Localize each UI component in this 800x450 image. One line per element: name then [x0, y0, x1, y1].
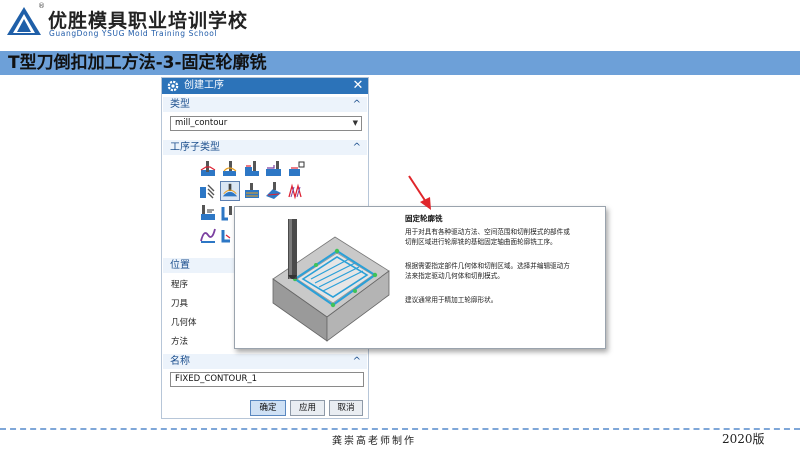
surface-area-op-icon[interactable]	[264, 181, 284, 201]
operation-tooltip: 固定轮廓铣 用于对具有各种驱动方法、空间范围和切削模式的部件或 切削区域进行轮廓…	[234, 206, 606, 349]
dialog-titlebar[interactable]: 创建工序 ✕	[162, 78, 368, 94]
gear-icon	[167, 80, 179, 92]
subtype-section-label: 工序子类型	[170, 142, 220, 153]
program-field-label: 程序	[171, 280, 189, 290]
collapse-chevron-icon[interactable]: ^	[353, 141, 361, 154]
tooltip-paragraph-3: 建议通常用于精加工轮廓形状。	[405, 295, 601, 305]
footer-author: 龚崇高老师制作	[332, 436, 416, 447]
dropdown-arrow-icon[interactable]: ▼	[353, 117, 358, 130]
tool-field-label: 刀具	[171, 299, 189, 309]
tooltip-line: 根据需要指定部件几何体和切削区域。选择并编辑驱动方	[405, 262, 570, 270]
method-field-label: 方法	[171, 337, 189, 347]
operation-type-select[interactable]: mill_contour ▼	[170, 116, 362, 131]
fixed-contour-illustration-icon	[272, 219, 390, 342]
tooltip-title: 固定轮廓铣	[405, 214, 443, 223]
geometry-field-label: 几何体	[171, 318, 197, 328]
name-section-label: 名称	[170, 356, 190, 367]
type-section-header[interactable]: 类型 ^	[163, 97, 367, 112]
registered-mark: ®	[38, 2, 45, 10]
footer-edition: 2020版	[722, 432, 765, 446]
footer-divider	[0, 428, 800, 430]
apply-button[interactable]: 应用	[290, 400, 325, 416]
slide-title: T型刀倒扣加工方法-3-固定轮廓铣	[8, 53, 267, 73]
red-arrow-icon	[408, 175, 431, 210]
close-button[interactable]: ✕	[351, 78, 365, 93]
tooltip-line: 法来指定驱动几何体和切削模式。	[405, 272, 504, 280]
type-section-label: 类型	[170, 99, 190, 110]
tooltip-line: 切削区域进行轮廓铣的基础固定轴曲面轮廓铣工序。	[405, 238, 557, 246]
cancel-button[interactable]: 取消	[329, 400, 363, 416]
rest-mill-op-icon[interactable]	[264, 159, 284, 179]
cavity-mill-op-icon[interactable]	[198, 159, 218, 179]
zlevel-profile-op-icon[interactable]	[286, 159, 306, 179]
fixed-contour-op-icon[interactable]	[220, 181, 240, 201]
ok-button[interactable]: 确定	[250, 400, 286, 416]
name-section-header[interactable]: 名称 ^	[163, 354, 367, 369]
operation-name-input[interactable]: FIXED_CONTOUR_1	[170, 372, 364, 387]
plunge-mill-op-icon[interactable]	[220, 159, 240, 179]
zlevel-corner-op-icon[interactable]	[198, 181, 218, 201]
tooltip-paragraph-1: 用于对具有各种驱动方法、空间范围和切削模式的部件或 切削区域进行轮廓铣的基础固定…	[405, 227, 601, 247]
tooltip-line: 用于对具有各种驱动方法、空间范围和切削模式的部件或	[405, 228, 570, 236]
contour-text-op-icon[interactable]	[198, 203, 218, 223]
corner-rough-op-icon[interactable]	[242, 159, 262, 179]
contour-area-op-icon[interactable]	[242, 181, 262, 201]
streamline-op-icon[interactable]	[286, 181, 306, 201]
flowcut-multiple-op-icon[interactable]	[198, 225, 218, 245]
tooltip-paragraph-2: 根据需要指定部件几何体和切削区域。选择并编辑驱动方 法来指定驱动几何体和切削模式…	[405, 261, 601, 281]
location-section-label: 位置	[170, 260, 190, 271]
operation-type-value: mill_contour	[175, 118, 228, 128]
collapse-chevron-icon[interactable]: ^	[353, 98, 361, 111]
tooltip-line: 建议通常用于精加工轮廓形状。	[405, 296, 498, 304]
dialog-title: 创建工序	[184, 80, 224, 91]
school-logo-icon	[7, 7, 41, 35]
subtype-section-header[interactable]: 工序子类型 ^	[163, 140, 367, 155]
school-name-en: GuangDong YSUG Mold Training School	[49, 29, 218, 38]
collapse-chevron-icon[interactable]: ^	[353, 355, 361, 368]
